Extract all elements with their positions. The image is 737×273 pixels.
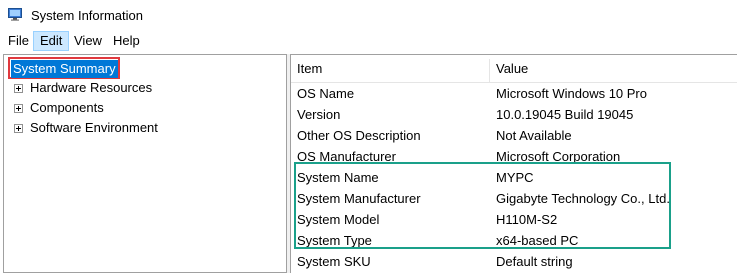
tree-item-software-environment[interactable]: Software Environment bbox=[30, 118, 158, 138]
expand-icon[interactable] bbox=[14, 124, 23, 133]
details-list[interactable]: Item Value OS Name Microsoft Windows 10 … bbox=[290, 54, 737, 273]
system-information-app-icon bbox=[8, 8, 22, 21]
row-item: System SKU bbox=[297, 254, 371, 269]
title-bar: System Information bbox=[0, 0, 737, 31]
row-value: 10.0.19045 Build 19045 bbox=[496, 107, 634, 122]
expand-icon[interactable] bbox=[14, 84, 23, 93]
menu-view[interactable]: View bbox=[68, 31, 108, 51]
category-tree[interactable]: System Summary Hardware Resources Compon… bbox=[3, 54, 287, 273]
highlight-box-green bbox=[294, 162, 671, 249]
row-value: Microsoft Windows 10 Pro bbox=[496, 86, 647, 101]
menu-bar: File Edit View Help bbox=[0, 31, 737, 51]
column-header-item[interactable]: Item bbox=[291, 55, 322, 83]
window-title: System Information bbox=[31, 8, 143, 23]
row-item: OS Name bbox=[297, 86, 355, 101]
row-value: Not Available bbox=[496, 128, 572, 143]
table-row[interactable]: Other OS Description Not Available bbox=[291, 125, 737, 146]
tree-item-hardware-resources[interactable]: Hardware Resources bbox=[30, 78, 152, 98]
row-item: Other OS Description bbox=[297, 128, 421, 143]
table-row[interactable]: System SKU Default string bbox=[291, 251, 737, 272]
row-item: Version bbox=[297, 107, 341, 122]
expand-icon[interactable] bbox=[14, 104, 23, 113]
table-row[interactable]: OS Name Microsoft Windows 10 Pro bbox=[291, 83, 737, 104]
tree-item-components[interactable]: Components bbox=[30, 98, 104, 118]
row-value: Default string bbox=[496, 254, 573, 269]
column-header-row: Item Value bbox=[291, 55, 737, 83]
menu-edit[interactable]: Edit bbox=[33, 31, 70, 51]
column-header-value[interactable]: Value bbox=[490, 55, 528, 83]
menu-help[interactable]: Help bbox=[107, 31, 146, 51]
table-row[interactable]: Version 10.0.19045 Build 19045 bbox=[291, 104, 737, 125]
menu-file[interactable]: File bbox=[2, 31, 35, 51]
tree-item-system-summary[interactable]: System Summary bbox=[11, 60, 118, 78]
